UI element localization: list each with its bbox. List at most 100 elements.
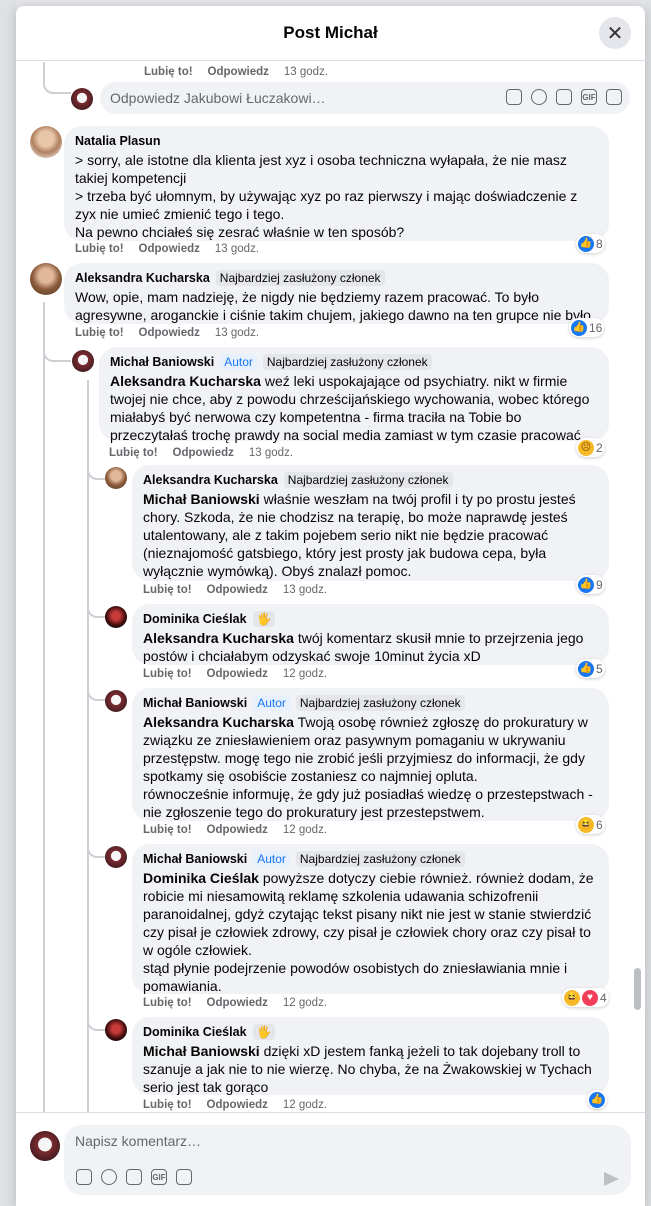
camera-icon[interactable]: [556, 89, 572, 105]
like-link[interactable]: Lubię to!: [75, 327, 124, 339]
reply-tools: GIF: [506, 89, 622, 105]
reaction-count[interactable]: 👍 8: [576, 234, 605, 253]
like-reaction-icon: 👍: [578, 235, 594, 252]
gif-icon[interactable]: GIF: [151, 1169, 167, 1185]
author-name[interactable]: Michał Baniowski: [143, 851, 247, 867]
reply-link[interactable]: Odpowiedz: [207, 584, 268, 596]
comment-text: Aleksandra Kucharska twój komentarz skus…: [143, 630, 588, 664]
reply-link[interactable]: Odpowiedz: [139, 327, 200, 339]
avatar[interactable]: [105, 690, 127, 712]
reaction-count[interactable]: 👍: [587, 1090, 607, 1109]
like-link[interactable]: Lubię to!: [143, 824, 192, 836]
mention-link[interactable]: Aleksandra Kucharska: [143, 714, 294, 730]
sticker-icon[interactable]: [76, 1169, 92, 1185]
comment-actions: Lubię to! Odpowiedz 12 godz.: [143, 997, 327, 1009]
like-link[interactable]: Lubię to!: [143, 1099, 192, 1111]
reaction-count[interactable]: 👍 5: [576, 659, 605, 678]
avatar-sticker-icon[interactable]: [176, 1169, 192, 1185]
timestamp: 12 godz.: [282, 668, 328, 680]
mention-link[interactable]: Michał Baniowski: [143, 491, 260, 507]
reaction-count[interactable]: 😆 ♥ 4: [562, 988, 609, 1007]
dialog-header: Post Michał ✕: [16, 6, 645, 61]
reply-link[interactable]: Odpowiedz: [207, 824, 268, 836]
camera-icon[interactable]: [126, 1169, 142, 1185]
like-link[interactable]: Lubię to!: [143, 997, 192, 1009]
reaction-count[interactable]: 😆 6: [576, 815, 605, 834]
comment-text: Dominika Cieślak powyższe dotyczy ciebie…: [143, 870, 594, 994]
fan-badge-icon: 🖐: [252, 611, 276, 627]
comment-bubble: Michał Baniowski Autor Najbardziej zasłużo…: [132, 844, 609, 994]
avatar[interactable]: [71, 88, 93, 110]
like-link[interactable]: Lubię to!: [75, 243, 124, 255]
reply-link[interactable]: Odpowiedz: [173, 447, 234, 459]
timestamp: 12 godz.: [282, 1099, 328, 1111]
thread-line: [43, 302, 45, 1112]
like-link[interactable]: Lubię to!: [143, 584, 192, 596]
reply-link[interactable]: Odpowiedz: [207, 1099, 268, 1111]
reply-link[interactable]: Odpowiedz: [208, 66, 269, 78]
background-right: [645, 0, 651, 1206]
thread-connector: [87, 1005, 105, 1031]
author-name[interactable]: Michał Baniowski: [110, 354, 214, 370]
author-name[interactable]: Dominika Cieślak: [143, 611, 247, 627]
mention-link[interactable]: Aleksandra Kucharska: [110, 373, 261, 389]
timestamp: 13 godz.: [283, 66, 329, 78]
comment-text: Aleksandra Kucharska Twoją osobę również…: [143, 714, 593, 820]
avatar[interactable]: [105, 1019, 127, 1041]
author-name[interactable]: Natalia Plasun: [75, 133, 160, 149]
comment-actions: Lubię to! Odpowiedz 13 godz.: [75, 243, 259, 255]
avatar[interactable]: [105, 606, 127, 628]
fan-badge-icon: 🖐: [252, 1024, 276, 1040]
like-link[interactable]: Lubię to!: [143, 668, 192, 680]
scrollbar-thumb[interactable]: [634, 968, 641, 1010]
mention-link[interactable]: Dominika Cieślak: [143, 870, 259, 886]
sad-reaction-icon: ☹: [578, 439, 594, 456]
comments-scroll-area[interactable]: Lubię to! Odpowiedz 13 godz. Odpowiedz J…: [16, 62, 645, 1112]
comment-actions: Lubię to! Odpowiedz 12 godz.: [143, 668, 327, 680]
reply-input[interactable]: Odpowiedz Jakubowi Łuczakowi… GIF: [100, 82, 630, 114]
reply-link[interactable]: Odpowiedz: [207, 997, 268, 1009]
author-name[interactable]: Aleksandra Kucharska: [75, 270, 210, 286]
reaction-count[interactable]: ☹ 2: [576, 438, 605, 457]
author-name[interactable]: Michał Baniowski: [143, 695, 247, 711]
avatar[interactable]: [105, 846, 127, 868]
comment-actions: Lubię to! Odpowiedz 13 godz.: [109, 447, 293, 459]
reaction-count[interactable]: 👍 16: [569, 318, 605, 337]
avatar[interactable]: [72, 350, 94, 372]
mention-link[interactable]: Michał Baniowski: [143, 1043, 260, 1059]
like-link[interactable]: Lubię to!: [109, 447, 158, 459]
timestamp: 13 godz.: [248, 447, 294, 459]
avatar[interactable]: [30, 1131, 60, 1161]
sticker-icon[interactable]: [506, 89, 522, 105]
comment-input[interactable]: Napisz komentarz… GIF: [64, 1125, 631, 1195]
composer-tools: GIF: [76, 1169, 192, 1185]
avatar[interactable]: [30, 263, 62, 295]
timestamp: 12 godz.: [282, 824, 328, 836]
like-link[interactable]: Lubię to!: [144, 66, 193, 78]
like-reaction-icon: 👍: [578, 660, 594, 677]
author-badge: Autor: [253, 695, 290, 711]
close-icon: ✕: [606, 22, 624, 45]
avatar[interactable]: [105, 467, 127, 489]
author-name[interactable]: Aleksandra Kucharska: [143, 472, 278, 488]
reply-link[interactable]: Odpowiedz: [139, 243, 200, 255]
author-name[interactable]: Dominika Cieślak: [143, 1024, 247, 1040]
comment-actions: Lubię to! Odpowiedz 12 godz.: [143, 1099, 327, 1111]
close-button[interactable]: ✕: [599, 17, 631, 49]
thread-connector: [43, 62, 71, 94]
comment-text: Michał Baniowski właśnie weszłam na twój…: [143, 491, 580, 579]
gif-icon[interactable]: GIF: [581, 89, 597, 105]
mention-link[interactable]: Aleksandra Kucharska: [143, 630, 294, 646]
avatar-sticker-icon[interactable]: [606, 89, 622, 105]
emoji-icon[interactable]: [101, 1169, 117, 1185]
comment-composer-bar: Napisz komentarz… GIF: [16, 1112, 645, 1206]
like-reaction-icon: 👍: [571, 319, 587, 336]
reply-link[interactable]: Odpowiedz: [207, 668, 268, 680]
comment-text: Michał Baniowski dzięki xD jestem fanką …: [143, 1043, 596, 1095]
send-icon[interactable]: [604, 1172, 619, 1186]
dialog-title: Post Michał: [283, 23, 378, 42]
avatar[interactable]: [30, 126, 62, 158]
emoji-icon[interactable]: [531, 89, 547, 105]
reaction-count[interactable]: 👍 9: [576, 575, 605, 594]
comment-text: Aleksandra Kucharska weź leki uspokajają…: [110, 373, 594, 443]
